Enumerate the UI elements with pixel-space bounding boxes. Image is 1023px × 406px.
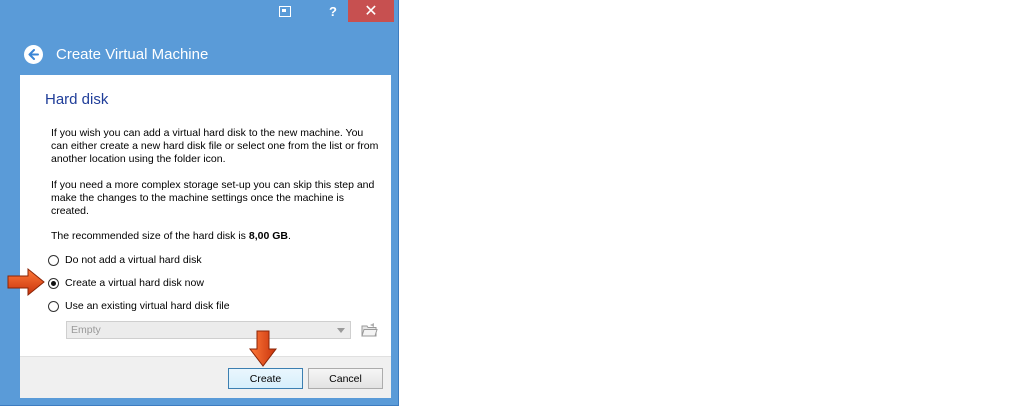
radio-option-no-disk[interactable]: Do not add a virtual hard disk — [48, 252, 202, 268]
radio-label: Create a virtual hard disk now — [65, 277, 204, 289]
radio-label: Use an existing virtual hard disk file — [65, 300, 230, 312]
content-panel: Hard disk If you wish you can add a virt… — [20, 75, 391, 398]
back-button[interactable] — [24, 45, 43, 64]
create-button[interactable]: Create — [228, 368, 303, 389]
annotation-arrow-down-icon — [248, 330, 278, 367]
recommended-size-text: The recommended size of the hard disk is… — [51, 230, 383, 243]
recommended-size-suffix: . — [287, 230, 291, 242]
section-title: Hard disk — [45, 91, 109, 108]
description-paragraph-1: If you wish you can add a virtual hard d… — [51, 127, 379, 165]
existing-disk-select-value: Empty — [71, 324, 101, 336]
close-button[interactable]: ✕ — [348, 0, 394, 22]
title-bar: ? ✕ — [0, 0, 399, 28]
recommended-size-prefix: The recommended size of the hard disk is — [51, 230, 249, 242]
choose-disk-file-button[interactable] — [361, 322, 378, 338]
radio-button[interactable] — [48, 254, 59, 266]
help-button[interactable]: ? — [320, 0, 346, 22]
description-paragraph-2: If you need a more complex storage set-u… — [51, 179, 375, 217]
wizard-header: Create Virtual Machine — [0, 36, 399, 72]
radio-label: Do not add a virtual hard disk — [65, 254, 202, 266]
folder-icon — [361, 323, 378, 337]
cancel-button[interactable]: Cancel — [308, 368, 383, 389]
page-title: Create Virtual Machine — [56, 46, 209, 63]
context-menu-button[interactable] — [272, 0, 298, 22]
radio-button-selected[interactable] — [48, 277, 59, 289]
chevron-down-icon — [337, 328, 345, 333]
radio-option-existing-disk[interactable]: Use an existing virtual hard disk file — [48, 298, 230, 314]
back-arrow-icon — [28, 49, 39, 60]
context-menu-icon — [279, 5, 291, 17]
recommended-size-value: 8,00 GB — [248, 230, 288, 242]
dialog-window: ? ✕ Create Virtual Machine Hard disk If … — [0, 0, 399, 406]
button-bar: Create Cancel — [20, 356, 391, 398]
radio-button[interactable] — [48, 300, 59, 312]
annotation-arrow-right-icon — [7, 267, 45, 297]
radio-option-create-disk[interactable]: Create a virtual hard disk now — [48, 275, 204, 291]
existing-disk-select[interactable]: Empty — [66, 321, 351, 339]
